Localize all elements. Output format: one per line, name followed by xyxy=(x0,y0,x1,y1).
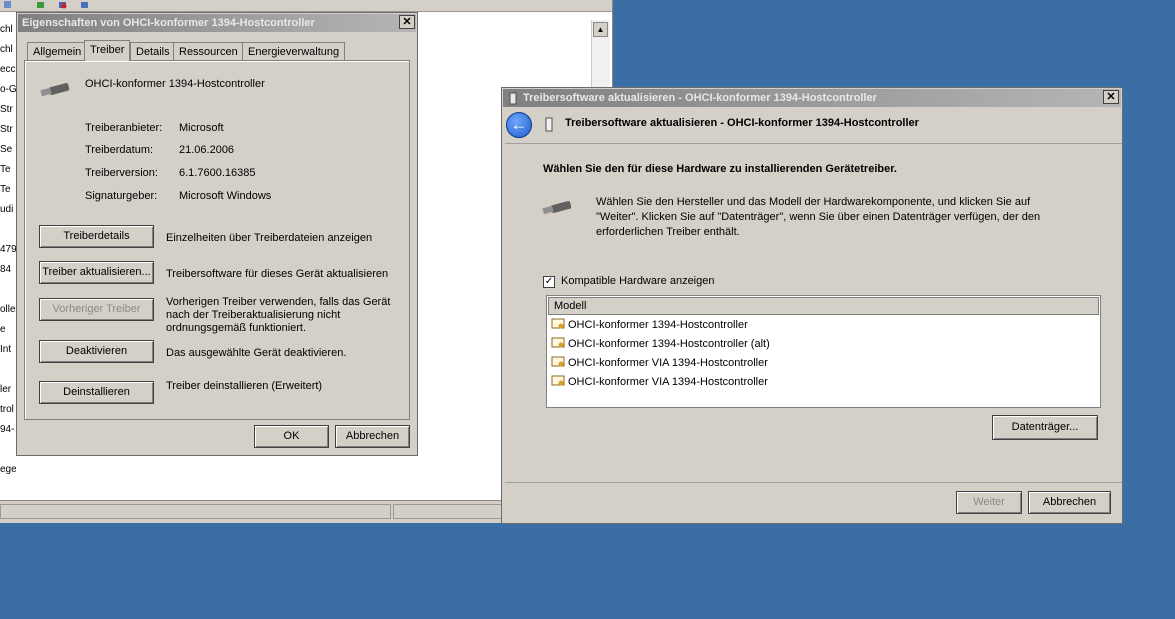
wizard-content: Wählen Sie den für diese Hardware zu ins… xyxy=(505,143,1122,483)
tree-item[interactable]: 84 xyxy=(0,260,16,280)
wizard-instruction-line-1: Wählen Sie den Hersteller und das Modell… xyxy=(596,196,1031,208)
next-button[interactable]: Weiter xyxy=(956,491,1022,514)
model-column-header[interactable]: Modell xyxy=(548,297,1099,315)
list-item[interactable]: OHCI-konformer 1394-Hostcontroller xyxy=(551,316,748,335)
disable-device-description: Das ausgewählte Gerät deaktivieren. xyxy=(166,347,347,359)
tab-treiber[interactable]: Treiber xyxy=(84,40,131,61)
tab-details[interactable]: Details xyxy=(130,42,176,60)
tree-item[interactable]: Int xyxy=(0,340,16,360)
update-driver-icon[interactable] xyxy=(36,0,45,9)
wizard-instruction-line-3: erforderlichen Treiber enthält. xyxy=(596,226,740,238)
model-name: OHCI-konformer VIA 1394-Hostcontroller xyxy=(568,357,768,369)
tree-item[interactable]: ler xyxy=(0,380,16,400)
provider-label: Treiberanbieter: xyxy=(85,122,163,134)
tree-item[interactable]: chl xyxy=(0,20,16,40)
disable-device-button[interactable]: Deaktivieren xyxy=(39,340,154,363)
tree-item[interactable]: Se xyxy=(0,140,16,160)
tree-item[interactable]: ege xyxy=(0,460,16,480)
tree-item[interactable]: Str xyxy=(0,120,16,140)
provider-value: Microsoft xyxy=(179,122,224,134)
usb-device-icon xyxy=(40,82,70,97)
properties-title: Eigenschaften von OHCI-konformer 1394-Ho… xyxy=(18,14,416,32)
list-item[interactable]: OHCI-konformer VIA 1394-Hostcontroller xyxy=(551,354,768,373)
disable-device-icon[interactable] xyxy=(58,0,67,9)
device-tree: chl chl ecc o-G Str Str Se Te Te udi 479 84 olle e Int… xyxy=(0,20,16,480)
usb-plug-icon xyxy=(509,92,517,105)
tree-item[interactable]: Str xyxy=(0,100,16,120)
device-manager-toolbar xyxy=(0,0,612,12)
version-value: 6.1.7600.16385 xyxy=(179,167,256,179)
usb-device-icon xyxy=(542,200,572,215)
usb-plug-icon xyxy=(545,117,553,132)
list-item[interactable]: OHCI-konformer 1394-Hostcontroller (alt) xyxy=(551,335,770,354)
update-driver-wizard: Treibersoftware aktualisieren - OHCI-kon… xyxy=(501,87,1123,524)
tree-item[interactable]: udi xyxy=(0,200,16,220)
certificate-icon xyxy=(551,337,565,348)
driver-details-button[interactable]: Treiberdetails xyxy=(39,225,154,248)
tree-item[interactable]: trol xyxy=(0,400,16,420)
tree-item[interactable]: 94- xyxy=(0,420,16,440)
cancel-button[interactable]: Abbrechen xyxy=(335,425,410,448)
signer-label: Signaturgeber: xyxy=(85,190,158,202)
version-label: Treiberversion: xyxy=(85,167,158,179)
scan-hardware-icon[interactable] xyxy=(80,0,89,9)
certificate-icon xyxy=(551,318,565,329)
driver-details-description: Einzelheiten über Treiberdateien anzeige… xyxy=(166,232,373,244)
wizard-header: ← Treibersoftware aktualisieren - OHCI-k… xyxy=(503,108,1121,140)
date-label: Treiberdatum: xyxy=(85,144,154,156)
rollback-driver-description-line-1: Vorherigen Treiber verwenden, falls das … xyxy=(166,296,391,308)
close-icon[interactable]: ✕ xyxy=(399,15,415,29)
tab-energieverwaltung[interactable]: Energieverwaltung xyxy=(242,42,346,60)
tree-item[interactable] xyxy=(0,360,16,380)
tree-item[interactable] xyxy=(0,440,16,460)
tree-item[interactable]: Te xyxy=(0,180,16,200)
close-icon[interactable]: ✕ xyxy=(1103,90,1119,104)
tree-item[interactable]: ecc xyxy=(0,60,16,80)
list-item[interactable]: OHCI-konformer VIA 1394-Hostcontroller xyxy=(551,373,768,392)
scroll-up-arrow-icon[interactable]: ▲ xyxy=(593,22,608,37)
wizard-title: Treibersoftware aktualisieren - OHCI-kon… xyxy=(503,89,1121,107)
tree-item[interactable]: e xyxy=(0,320,16,340)
properties-icon[interactable] xyxy=(3,0,12,9)
wizard-instruction-line-2: "Weiter". Klicken Sie auf "Datenträger",… xyxy=(596,211,1041,223)
cancel-button[interactable]: Abbrechen xyxy=(1028,491,1111,514)
tree-item[interactable]: o-G xyxy=(0,80,16,100)
tree-item[interactable]: chl xyxy=(0,40,16,60)
compatible-hardware-checkbox[interactable]: ✓ xyxy=(543,276,555,288)
wizard-heading: Wählen Sie den für diese Hardware zu ins… xyxy=(543,163,897,175)
tree-item[interactable]: Te xyxy=(0,160,16,180)
ok-button[interactable]: OK xyxy=(254,425,329,448)
model-list[interactable]: Modell OHCI-konformer 1394-Hostcontrolle… xyxy=(546,295,1101,408)
tree-item[interactable]: olle xyxy=(0,300,16,320)
model-name: OHCI-konformer 1394-Hostcontroller (alt) xyxy=(568,338,770,350)
rollback-driver-description-line-2: nach der Treiberaktualisierung nicht xyxy=(166,309,341,321)
tab-allgemein[interactable]: Allgemein xyxy=(27,42,88,60)
certificate-icon xyxy=(551,356,565,367)
tab-ressourcen[interactable]: Ressourcen xyxy=(173,42,244,60)
driver-properties-dialog: Eigenschaften von OHCI-konformer 1394-Ho… xyxy=(16,12,418,456)
update-driver-description: Treibersoftware für dieses Gerät aktuali… xyxy=(166,268,389,280)
tree-item[interactable] xyxy=(0,280,16,300)
signer-value: Microsoft Windows xyxy=(179,190,272,202)
model-name: OHCI-konformer 1394-Hostcontroller xyxy=(568,319,748,331)
device-name: OHCI-konformer 1394-Hostcontroller xyxy=(85,78,265,90)
uninstall-driver-button[interactable]: Deinstallieren xyxy=(39,381,154,404)
model-name: OHCI-konformer VIA 1394-Hostcontroller xyxy=(568,376,768,388)
compatible-hardware-label[interactable]: Kompatible Hardware anzeigen xyxy=(561,275,714,287)
tree-item[interactable] xyxy=(0,220,16,240)
tree-item[interactable]: 479 xyxy=(0,240,16,260)
wizard-header-title: Treibersoftware aktualisieren - OHCI-kon… xyxy=(565,117,919,129)
uninstall-driver-description: Treiber deinstallieren (Erweitert) xyxy=(166,380,323,392)
date-value: 21.06.2006 xyxy=(179,144,235,156)
treiber-tab-panel: OHCI-konformer 1394-Hostcontroller Treib… xyxy=(24,60,410,420)
certificate-icon xyxy=(551,375,565,386)
update-driver-button[interactable]: Treiber aktualisieren... xyxy=(39,261,154,284)
rollback-driver-button[interactable]: Vorheriger Treiber xyxy=(39,298,154,321)
back-arrow-icon[interactable]: ← xyxy=(506,112,532,138)
status-segment xyxy=(0,504,391,519)
status-segment xyxy=(393,504,503,519)
have-disk-button[interactable]: Datenträger... xyxy=(992,415,1098,440)
rollback-driver-description-line-3: ordnungsgemäß funktioniert. xyxy=(166,322,307,334)
